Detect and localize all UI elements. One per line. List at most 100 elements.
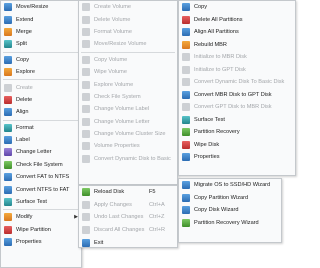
menu-item-reload-disk[interactable]: Reload Disk F5 <box>79 186 177 199</box>
menu-item-partition-recovery[interactable]: Partition Recovery <box>179 126 295 139</box>
rebuild-mbr-icon <box>182 40 190 49</box>
convert-gpt-mbr-icon <box>182 103 190 112</box>
menu-item-exit[interactable]: Exit <box>79 236 177 249</box>
menu-item-wipe-partition[interactable]: Wipe Partition <box>1 224 81 236</box>
delete-volume-icon <box>82 15 90 24</box>
move-resize-volume-icon <box>82 40 90 49</box>
menu-item-change-volume-letter[interactable]: Change Volume Letter <box>79 116 177 128</box>
separator <box>3 51 79 53</box>
change-volume-letter-icon <box>82 117 90 126</box>
extend-icon <box>4 15 12 24</box>
properties-icon <box>182 153 190 162</box>
menu-item-explore-volume[interactable]: Explore Volume <box>79 78 177 90</box>
menu-item-disk-properties[interactable]: Properties <box>179 151 295 164</box>
check-file-system-icon <box>4 160 12 169</box>
exit-icon <box>82 238 90 247</box>
menu-item-apply-changes[interactable]: Apply Changes Ctrl+A <box>79 199 177 212</box>
undo-icon <box>82 213 90 222</box>
apply-changes-icon <box>82 200 90 209</box>
partition-recovery-icon <box>182 219 190 228</box>
properties-icon <box>4 238 12 247</box>
cluster-size-icon <box>82 130 90 139</box>
menu-item-wipe-disk[interactable]: Wipe Disk <box>179 139 295 152</box>
menu-item-migrate-os-wizard[interactable]: Migrate OS to SSD/HD Wizard <box>179 179 281 192</box>
menu-item-split[interactable]: Split <box>1 38 81 50</box>
menu-item-move-resize-volume[interactable]: Move/Resize Volume <box>79 38 177 50</box>
menu-item-align-all-partitions[interactable]: Align All Partitions <box>179 26 295 39</box>
menu-item-change-volume-label[interactable]: Change Volume Label <box>79 103 177 115</box>
menu-item-convert-gpt-to-mbr[interactable]: Convert GPT Disk to MBR Disk <box>179 101 295 114</box>
menu-item-partition-recovery-wizard[interactable]: Partition Recovery Wizard <box>179 217 281 230</box>
delete-icon <box>4 95 12 104</box>
change-volume-label-icon <box>82 105 90 114</box>
migrate-os-icon <box>182 181 190 190</box>
separator <box>81 51 175 53</box>
copy-partition-icon <box>182 193 190 202</box>
menu-item-convert-mbr-to-gpt[interactable]: Convert MBR Disk to GPT Disk <box>179 89 295 102</box>
menu-item-check-file-system-volume[interactable]: Check File System <box>79 91 177 103</box>
menu-item-rebuild-mbr[interactable]: Rebuild MBR <box>179 39 295 52</box>
reload-disk-icon <box>82 188 90 197</box>
menu-item-undo-last-changes[interactable]: Undo Last Changes Ctrl+Z <box>79 211 177 224</box>
convert-dynamic-icon <box>82 154 90 163</box>
menu-item-merge[interactable]: Merge <box>1 26 81 38</box>
menu-item-move-resize[interactable]: Move/Resize <box>1 1 81 13</box>
menu-item-convert-ntfs-fat[interactable]: Convert NTFS to FAT <box>1 183 81 195</box>
menu-item-properties[interactable]: Properties <box>1 236 81 248</box>
wizard-menu: Migrate OS to SSD/HD Wizard Copy Partiti… <box>178 178 282 243</box>
format-icon <box>4 123 12 132</box>
menu-item-initialize-gpt[interactable]: Initialize to GPT Disk <box>179 64 295 77</box>
menu-item-convert-fat-ntfs[interactable]: Convert FAT to NTFS <box>1 171 81 183</box>
menu-item-copy-disk[interactable]: Copy <box>179 1 295 14</box>
wipe-disk-icon <box>182 140 190 149</box>
menu-item-wipe-volume[interactable]: Wipe Volume <box>79 66 177 78</box>
menu-item-volume-properties[interactable]: Volume Properties <box>79 140 177 152</box>
initialize-gpt-icon <box>182 65 190 74</box>
convert-dynamic-icon <box>182 78 190 87</box>
align-icon <box>4 108 12 117</box>
convert-ntfs-fat-icon <box>4 185 12 194</box>
menu-item-delete[interactable]: Delete <box>1 94 81 106</box>
check-file-system-icon <box>82 92 90 101</box>
separator <box>3 119 79 121</box>
menu-item-surface-test-disk[interactable]: Surface Test <box>179 114 295 127</box>
menu-item-copy-disk-wizard[interactable]: Copy Disk Wizard <box>179 204 281 217</box>
menu-item-initialize-mbr[interactable]: Initialize to MBR Disk <box>179 51 295 64</box>
menu-item-modify[interactable]: Modify ▶ <box>1 211 81 223</box>
menu-item-extend[interactable]: Extend <box>1 13 81 25</box>
menu-item-discard-all-changes[interactable]: Discard All Changes Ctrl+R <box>79 224 177 237</box>
menu-item-copy[interactable]: Copy <box>1 54 81 66</box>
menu-item-copy-volume[interactable]: Copy Volume <box>79 54 177 66</box>
menu-item-change-volume-cluster-size[interactable]: Change Volume Cluster Size <box>79 128 177 140</box>
label-icon <box>4 136 12 145</box>
menu-item-check-file-system[interactable]: Check File System <box>1 159 81 171</box>
partition-recovery-icon <box>182 128 190 137</box>
general-menu: Reload Disk F5 Apply Changes Ctrl+A Undo L… <box>78 185 178 248</box>
explore-icon <box>4 68 12 77</box>
separator <box>3 209 79 211</box>
menu-item-surface-test[interactable]: Surface Test <box>1 196 81 208</box>
menu-item-delete-all-partitions[interactable]: Delete All Partitions <box>179 14 295 27</box>
split-icon <box>4 40 12 49</box>
volume-properties-icon <box>82 142 90 151</box>
change-letter-icon <box>4 148 12 157</box>
convert-fat-ntfs-icon <box>4 173 12 182</box>
format-volume-icon <box>82 27 90 36</box>
menu-item-convert-dynamic-to-basic-disk[interactable]: Convert Dynamic Disk To Basic Disk <box>179 76 295 89</box>
menu-item-label[interactable]: Label <box>1 134 81 146</box>
menu-item-delete-volume[interactable]: Delete Volume <box>79 13 177 25</box>
menu-item-create[interactable]: Create <box>1 81 81 93</box>
wipe-volume-icon <box>82 68 90 77</box>
menu-item-convert-dynamic-to-basic[interactable]: Convert Dynamic Disk to Basic <box>79 153 177 165</box>
copy-icon <box>4 55 12 64</box>
discard-icon <box>82 226 90 235</box>
menu-item-change-letter[interactable]: Change Letter <box>1 146 81 158</box>
menu-item-format-volume[interactable]: Format Volume <box>79 26 177 38</box>
menu-item-format[interactable]: Format <box>1 122 81 134</box>
menu-item-explore[interactable]: Explore <box>1 66 81 78</box>
menu-item-copy-partition-wizard[interactable]: Copy Partition Wizard <box>179 192 281 205</box>
menu-item-align[interactable]: Align <box>1 106 81 118</box>
menu-item-create-volume[interactable]: Create Volume <box>79 1 177 13</box>
convert-mbr-gpt-icon <box>182 90 190 99</box>
partition-context-menu: Move/Resize Extend Merge Split Copy Expl… <box>0 0 82 268</box>
